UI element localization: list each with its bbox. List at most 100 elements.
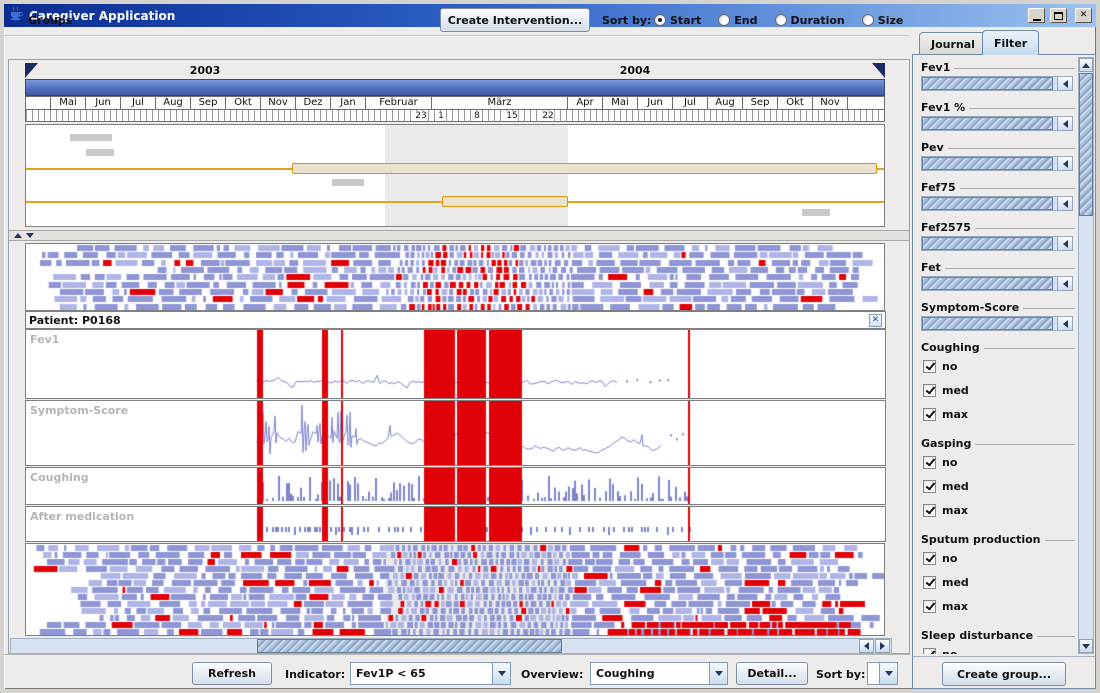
tab-filter[interactable]: Filter (982, 30, 1039, 55)
minimize-button[interactable] (1028, 8, 1045, 23)
patients-overview-top[interactable] (25, 243, 885, 311)
timeline-year-row[interactable]: 2003 2004 (25, 63, 885, 79)
slider-arrow-button[interactable] (1057, 157, 1072, 170)
overview-block[interactable] (86, 149, 114, 156)
month-cell: Okt (777, 97, 812, 109)
tab-label: Filter (994, 37, 1027, 50)
intervention-bar[interactable] (442, 196, 568, 207)
maximize-button[interactable] (1050, 8, 1067, 23)
sort-combobox[interactable] (867, 662, 898, 685)
slider-thumb[interactable] (922, 317, 1053, 330)
checkbox-no[interactable]: no (921, 546, 1075, 570)
sort-radio-start[interactable]: Start (654, 14, 701, 27)
collapse-up-icon[interactable] (14, 229, 22, 238)
detail-row-fev1[interactable]: Fev1 (25, 329, 886, 399)
slider-arrow-button[interactable] (1057, 277, 1072, 290)
scroll-right-button[interactable] (875, 639, 890, 653)
detail-button[interactable]: Detail... (736, 662, 808, 685)
scroll-up-button[interactable] (1079, 58, 1093, 72)
month-cell: Mai (602, 97, 637, 109)
slider-thumb[interactable] (922, 277, 1053, 290)
menu-groups[interactable]: Groups (28, 14, 72, 27)
toolbar: Groups Create Intervention... Sort by: S… (4, 4, 910, 36)
tab-label: Journal (931, 38, 975, 51)
patient-title: Patient: P0168 (29, 314, 121, 327)
checkbox-med[interactable]: med (921, 474, 1075, 498)
horizontal-scrollbar[interactable] (10, 638, 892, 654)
timeline-year-band[interactable] (25, 79, 885, 96)
separator-line (969, 108, 1075, 109)
scroll-down-button[interactable] (1079, 639, 1093, 653)
scrollbar-thumb[interactable] (257, 639, 562, 653)
filter-slider[interactable] (921, 236, 1073, 251)
checkbox-no[interactable]: no (921, 642, 1075, 654)
filter-label-row: Gasping (921, 436, 1075, 450)
slider-arrow-button[interactable] (1057, 77, 1072, 90)
separator-line (975, 444, 1075, 445)
overview-block[interactable] (70, 134, 112, 141)
filter-group-label: Sputum production (921, 533, 1041, 546)
month-cell: Jul (672, 97, 707, 109)
checkbox-no[interactable]: no (921, 354, 1075, 378)
detail-row-after-medication[interactable]: After medication (25, 506, 886, 542)
sort-radio-end[interactable]: End (718, 14, 757, 27)
checkbox-max[interactable]: max (921, 402, 1075, 426)
slider-arrow-button[interactable] (1057, 237, 1072, 250)
tab-journal[interactable]: Journal (919, 32, 987, 55)
slider-thumb[interactable] (922, 237, 1053, 250)
collapse-down-icon[interactable] (26, 233, 34, 242)
dropdown-button[interactable] (879, 663, 897, 684)
filter-slider[interactable] (921, 116, 1073, 131)
separator-line (975, 228, 1075, 229)
checkbox-med[interactable]: med (921, 570, 1075, 594)
filter-slider[interactable] (921, 156, 1073, 171)
overview-block[interactable] (802, 209, 830, 216)
patient-close-button[interactable]: ✕ (869, 314, 882, 327)
scrollbar-thumb[interactable] (1079, 73, 1093, 216)
scroll-left-button[interactable] (859, 639, 874, 653)
slider-arrow-button[interactable] (1057, 117, 1072, 130)
checkbox-max[interactable]: max (921, 498, 1075, 522)
intervention-bar[interactable] (292, 163, 877, 174)
filter-slider[interactable] (921, 76, 1073, 91)
arrow-left-icon (1059, 160, 1068, 168)
indicator-combobox[interactable]: Fev1P < 65 (350, 662, 511, 685)
slider-arrow-button[interactable] (1057, 317, 1072, 330)
dropdown-button[interactable] (492, 663, 510, 684)
checkbox-icon (923, 360, 936, 373)
slider-thumb[interactable] (922, 117, 1053, 130)
filter-slider[interactable] (921, 196, 1073, 211)
slider-thumb[interactable] (922, 77, 1053, 90)
filter-slider[interactable] (921, 316, 1073, 331)
filter-slider[interactable] (921, 276, 1073, 291)
checkbox-max[interactable]: max (921, 594, 1075, 618)
vertical-scrollbar[interactable] (1078, 57, 1094, 654)
detail-row-coughing[interactable]: Coughing (25, 467, 886, 505)
close-button[interactable]: ✕ (1075, 8, 1092, 23)
detail-row-symptom-score[interactable]: Symptom-Score (25, 400, 886, 466)
create-intervention-button[interactable]: Create Intervention... (440, 8, 590, 32)
slider-thumb[interactable] (922, 197, 1053, 210)
symptom-score-chart (26, 401, 885, 465)
create-group-button[interactable]: Create group... (942, 662, 1066, 686)
filter-label: Fev1 % (921, 101, 965, 114)
patients-overview-bottom[interactable] (25, 543, 885, 636)
refresh-button[interactable]: Refresh (192, 662, 272, 685)
checkbox-med[interactable]: med (921, 378, 1075, 402)
year-label-2003: 2003 (165, 64, 245, 77)
split-divider[interactable] (9, 230, 909, 241)
overview-combobox[interactable]: Coughing (590, 662, 728, 685)
overview-block[interactable] (332, 179, 364, 186)
slider-arrow-button[interactable] (1057, 197, 1072, 210)
sort-radio-size[interactable]: Size (862, 14, 904, 27)
filter-slider-item: Symptom-Score (921, 300, 1075, 331)
sort-radio-duration[interactable]: Duration (775, 14, 845, 27)
month-cell: Nov (812, 97, 847, 109)
dropdown-button[interactable] (709, 663, 727, 684)
slider-thumb[interactable] (922, 157, 1053, 170)
checkbox-no[interactable]: no (921, 450, 1075, 474)
day-label: 1 (437, 111, 445, 121)
month-cell: Dez (295, 97, 330, 109)
close-x-icon: ✕ (872, 315, 880, 325)
separator-line (948, 148, 1075, 149)
